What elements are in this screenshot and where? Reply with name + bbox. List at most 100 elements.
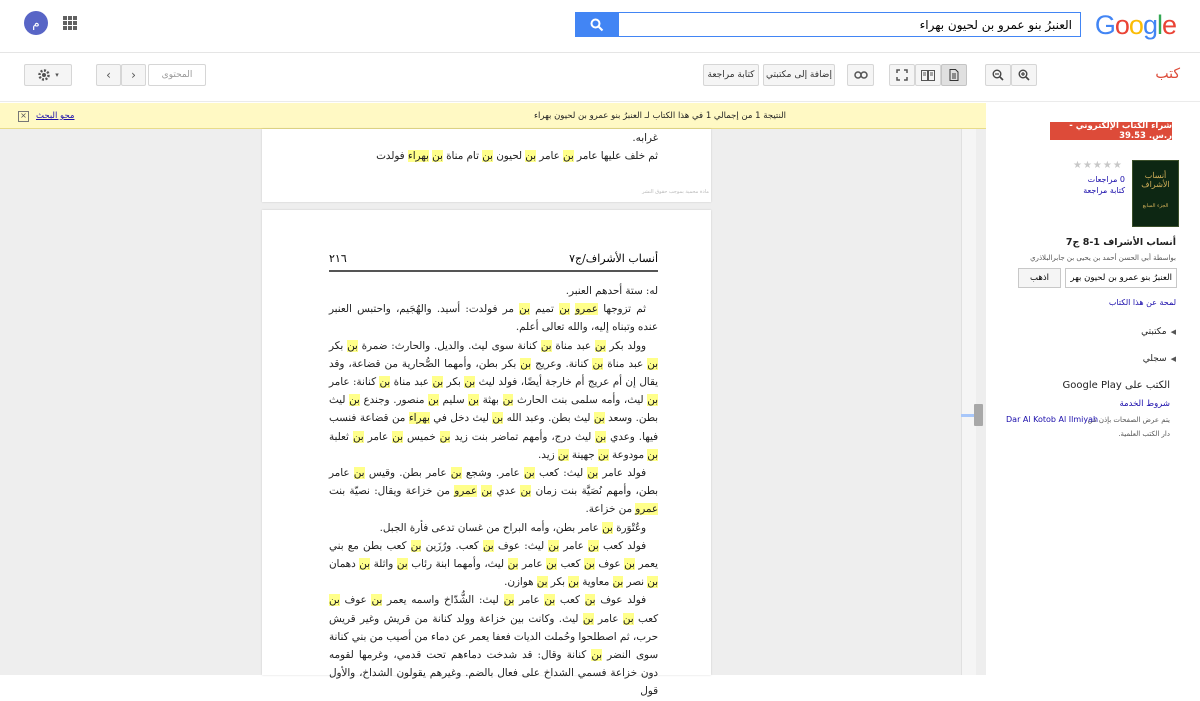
fullscreen-button[interactable]: [889, 64, 915, 86]
text-run: عامر: [535, 150, 564, 163]
my-library-menu[interactable]: ◀ مكتبتي: [1141, 327, 1176, 337]
triangle-icon: ◀: [1170, 328, 1176, 336]
text-run: نصر: [623, 576, 648, 589]
scroll-position-marker: [961, 414, 975, 417]
search-button[interactable]: [575, 12, 619, 37]
page-number: ٢١٦: [329, 252, 347, 265]
logo-letter: o: [1128, 10, 1144, 40]
page-scroll-track[interactable]: [961, 129, 976, 675]
link-button[interactable]: [847, 64, 874, 86]
link-icon: [853, 71, 868, 79]
text-run: هوازن.: [504, 576, 537, 589]
text-run: بكر: [547, 576, 569, 589]
write-review-button[interactable]: كتابة مراجعة: [703, 64, 759, 86]
clear-search-link[interactable]: محو البحث: [36, 111, 74, 121]
prev-page-button[interactable]: ‹: [96, 64, 121, 86]
text-run: عامر. وشجع: [461, 467, 524, 480]
search-highlight: بن: [464, 376, 476, 389]
search-highlight: بن: [347, 339, 358, 352]
text-line: ثم خلف عليها عامر بن عامر بن لحيون بن تا…: [329, 147, 658, 165]
text-run: عامر: [593, 612, 623, 625]
search-highlight: بن: [432, 376, 444, 389]
zoom-out-button[interactable]: [985, 64, 1011, 86]
text-run: كعب: [555, 594, 585, 607]
search-highlight: بن: [507, 558, 519, 571]
search-highlight: بن: [647, 357, 658, 370]
search-highlight: بن: [647, 576, 658, 589]
go-button[interactable]: اذهب: [1018, 268, 1061, 288]
write-review-link[interactable]: كتابة مراجعة: [1083, 186, 1125, 195]
search-highlight: بن: [540, 339, 552, 352]
single-page-icon: [949, 69, 959, 81]
search-highlight: بن: [396, 558, 408, 571]
logo-letter: g: [1142, 10, 1158, 40]
terms-link[interactable]: شروط الخدمة: [1120, 399, 1171, 409]
settings-button[interactable]: ▾: [24, 64, 72, 86]
chevron-left-icon: ‹: [106, 68, 111, 82]
notice-text: النتيجة 1 من إجمالي 1 في هذا الكتاب لـ ا…: [534, 111, 786, 121]
avatar[interactable]: م: [24, 11, 48, 35]
search-highlight: بن: [594, 339, 606, 352]
search-highlight: بن: [349, 394, 360, 407]
text-run: ليث بطن. وعبد الله: [503, 412, 594, 425]
search-highlight: بن: [612, 576, 624, 589]
search-highlight: بن: [352, 430, 364, 443]
pages-provided-text: يتم عرض الصفحات بإذن من: [1087, 416, 1170, 424]
two-page-icon: [921, 69, 935, 81]
text-run: من خزاعة.: [585, 503, 636, 516]
next-page-button[interactable]: ›: [121, 64, 146, 86]
zoom-in-button[interactable]: [1011, 64, 1037, 86]
text-run: ليث: الشُّدّاخ واسمه يعمر: [382, 594, 504, 607]
logo-letter: e: [1161, 10, 1177, 40]
text-run: عامر: [518, 558, 547, 571]
page-text: له: ستة أحدهم العنبر. ثم تزوجها عمرو بن ت…: [329, 282, 658, 701]
search-in-book-input[interactable]: [1065, 268, 1177, 288]
search-highlight: بن: [410, 539, 422, 552]
search-highlight: بن: [587, 467, 599, 480]
text-run: كعب. ورُزَين: [421, 539, 483, 552]
search-box[interactable]: [575, 12, 1081, 37]
search-highlight: بن: [622, 612, 634, 625]
search-highlight: عمرو: [454, 485, 478, 498]
search-highlight: بن: [624, 558, 635, 571]
search-highlight: بن: [593, 412, 605, 425]
paragraph: ثم تزوجها عمرو بن تميم بن مر فولدت: أسيد…: [329, 300, 658, 336]
text-run: كنانة. وعريج: [531, 357, 593, 370]
section-label[interactable]: كتب: [1155, 66, 1180, 82]
two-page-view-button[interactable]: [915, 64, 941, 86]
paragraph: وعُتْوَرة بن عامر بطن، وأمه البراح من غس…: [329, 519, 658, 537]
buy-ebook-button[interactable]: شراء الكتاب الإلكتروني - ر.س. 39.53: [1050, 121, 1172, 141]
paragraph: وولد بكر بن عبد مناة بن كنانة سوى ليث. و…: [329, 337, 658, 464]
text-run: معاوية: [579, 576, 613, 589]
text-run: ثم تزوجها: [597, 303, 646, 316]
add-to-library-label: إضافة إلى مكتبتي: [766, 70, 832, 80]
book-cover-image[interactable]: أنساب الأشراف الجزء السابع: [1132, 160, 1179, 227]
scrollbar-thumb[interactable]: [974, 404, 983, 426]
about-book-link[interactable]: لمحة عن هذا الكتاب: [1109, 298, 1176, 307]
search-highlight: عمرو: [635, 503, 658, 516]
text-run: وعُتْوَرة: [612, 521, 646, 534]
google-logo[interactable]: Google: [1095, 10, 1177, 41]
text-run: ليث: عوف: [493, 539, 549, 552]
gear-icon: [38, 69, 50, 81]
text-run: كعب: [633, 612, 658, 625]
text-run: فولدت: [376, 150, 408, 163]
text-run: عامر: [363, 430, 393, 443]
contents-dropdown[interactable]: المحتوى: [148, 64, 206, 86]
zoom-out-icon: [992, 69, 1004, 81]
search-highlight: بن: [359, 558, 371, 571]
my-history-menu[interactable]: ◀ سجلي: [1143, 354, 1176, 364]
reviews-link[interactable]: 0 مراجعات: [1088, 175, 1125, 184]
text-run: بهثة: [478, 394, 503, 407]
publisher-link[interactable]: Dar Al Kotob Al Ilmiyah: [1006, 415, 1098, 424]
search-result-notice: النتيجة 1 من إجمالي 1 في هذا الكتاب لـ ا…: [0, 103, 986, 129]
search-highlight: بن: [353, 467, 365, 480]
single-page-view-button[interactable]: [941, 64, 967, 86]
search-input[interactable]: [576, 13, 1080, 36]
apps-grid-icon[interactable]: [63, 16, 77, 30]
add-to-library-button[interactable]: إضافة إلى مكتبتي: [763, 64, 835, 86]
paragraph: فولد عوف بن كعب بن عامر بن ليث: الشُّدّا…: [329, 591, 658, 700]
close-icon[interactable]: ×: [18, 111, 29, 122]
text-run: دهمان: [329, 558, 360, 571]
cover-title: أنساب الأشراف: [1141, 171, 1170, 189]
